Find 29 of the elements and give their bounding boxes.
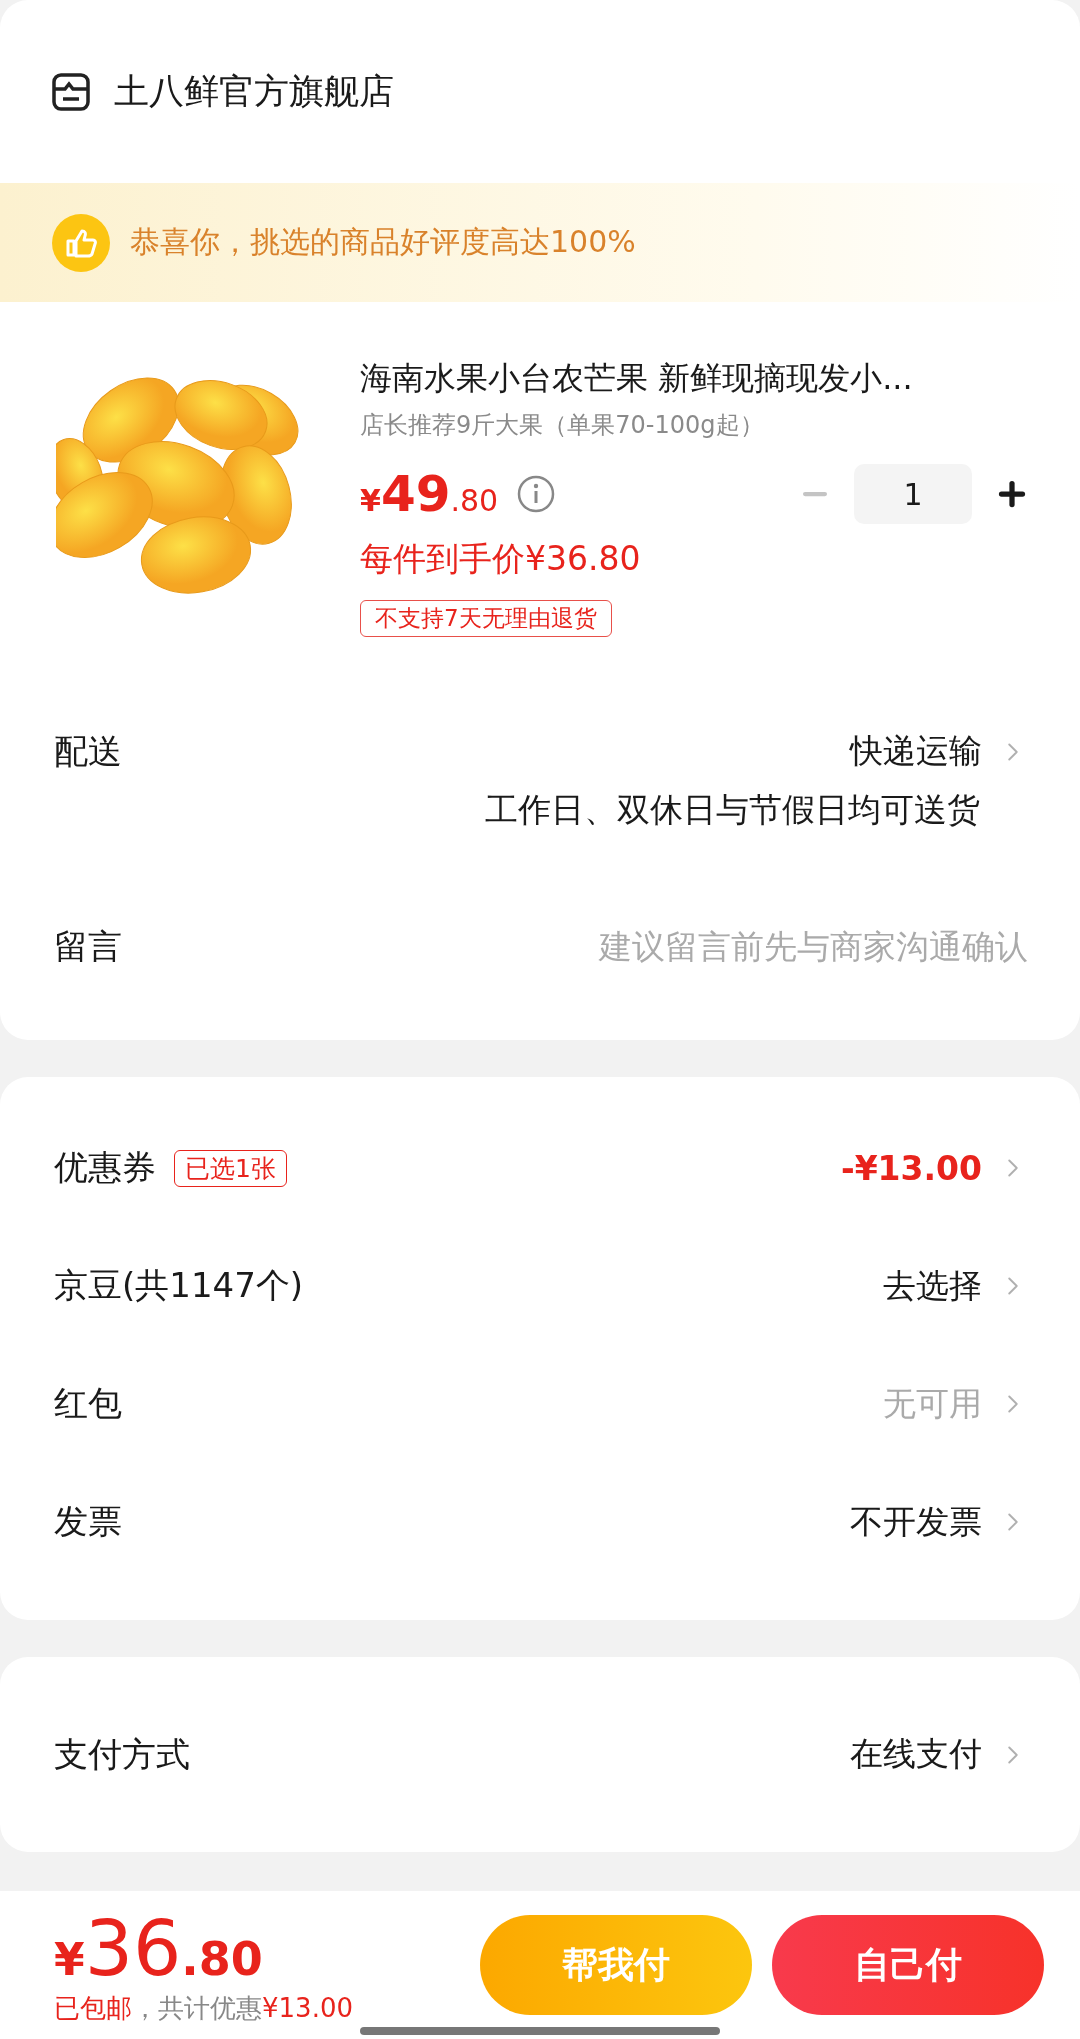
row-label: 支付方式 xyxy=(54,1732,190,1776)
row-value: -¥13.00 xyxy=(840,1148,982,1188)
row-value: 无可用 xyxy=(883,1382,982,1425)
delivery-note: 工作日、双休日与节假日均可送货 xyxy=(485,789,980,831)
product-spec: 店长推荐9斤大果（单果70-100g起） xyxy=(360,410,765,441)
row-value: 不开发票 xyxy=(850,1500,982,1543)
row-label: 发票 xyxy=(54,1500,122,1543)
store-icon xyxy=(52,72,90,111)
row-value: 在线支付 xyxy=(850,1733,982,1775)
row-label: 优惠券 xyxy=(54,1146,156,1189)
info-icon[interactable] xyxy=(516,474,557,514)
row-label: 红包 xyxy=(54,1382,122,1425)
quantity-field[interactable]: 1 xyxy=(854,464,972,524)
product-title[interactable]: 海南水果小台农芒果 新鲜现摘现发小... xyxy=(360,357,1030,401)
row-value: 快递运输 xyxy=(850,730,982,772)
coupon-badge: 已选1张 xyxy=(174,1149,287,1187)
net-price: 每件到手价¥36.80 xyxy=(360,538,642,580)
row-label: 配送 xyxy=(54,730,122,773)
shipping-discount-note: 已包邮，共计优惠¥13.00 xyxy=(54,1992,353,2025)
return-policy-tag: 不支持7天无理由退货 xyxy=(360,600,612,637)
total-price: ¥36.80 xyxy=(54,1904,264,1993)
row-value: 去选择 xyxy=(883,1264,982,1307)
row-label: 留言 xyxy=(54,925,122,968)
product-price: ¥49.80 xyxy=(360,465,499,523)
thumbs-up-icon xyxy=(52,213,110,272)
row-label: 京豆(共1147个) xyxy=(54,1264,304,1307)
store-name[interactable]: 土八鲜官方旗舰店 xyxy=(114,68,394,115)
rating-text: 恭喜你，挑选的商品好评度高达100% xyxy=(130,223,636,261)
pay-button[interactable]: 自己付 xyxy=(772,1915,1044,2015)
